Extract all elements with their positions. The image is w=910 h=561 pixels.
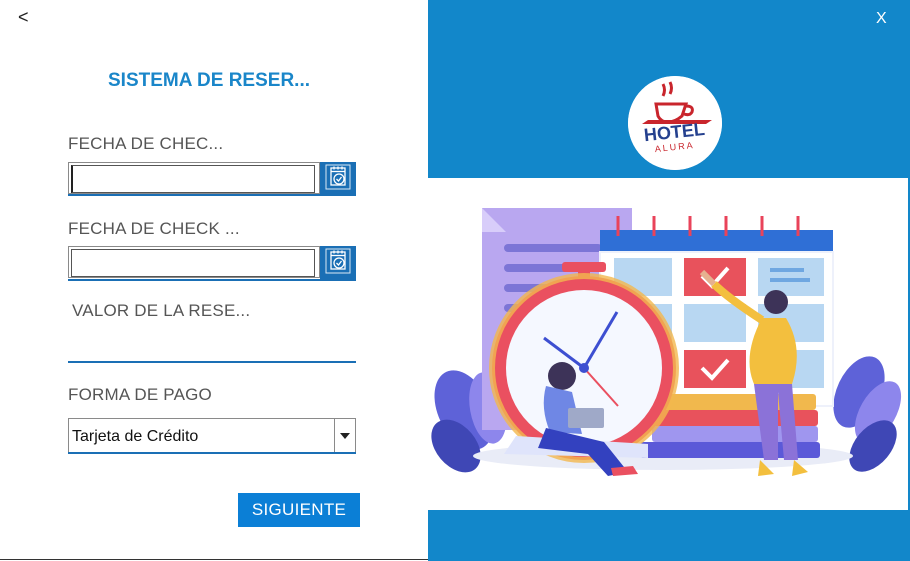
checkin-label: FECHA DE CHEC... xyxy=(68,134,224,153)
checkin-date-field xyxy=(68,162,320,194)
dropdown-arrow-button[interactable] xyxy=(334,419,355,453)
back-button[interactable]: < xyxy=(18,6,38,28)
reservation-value-label: VALOR DE LA RESE... xyxy=(72,301,251,320)
chevron-down-icon xyxy=(340,433,350,439)
checkout-date-field xyxy=(68,246,320,278)
checkout-underline xyxy=(68,279,356,281)
checkin-date-input[interactable] xyxy=(71,165,315,193)
next-button[interactable]: SIGUIENTE xyxy=(238,493,360,527)
payment-underline xyxy=(68,452,356,454)
checkin-calendar-button[interactable] xyxy=(320,162,356,196)
calendar-icon xyxy=(325,164,351,195)
checkout-label: FECHA DE CHECK ... xyxy=(68,219,240,238)
checkout-calendar-button[interactable] xyxy=(320,246,356,280)
calendar-icon xyxy=(325,248,351,279)
reservation-value-field[interactable] xyxy=(68,330,360,362)
page-title: SISTEMA DE RESER... xyxy=(108,70,310,91)
checkin-underline xyxy=(68,194,356,196)
reservation-illustration xyxy=(428,178,908,510)
checkout-date-input[interactable] xyxy=(71,249,315,277)
bottom-border xyxy=(0,559,428,560)
payment-method-select[interactable]: Tarjeta de Crédito xyxy=(68,418,356,454)
reservation-value-underline xyxy=(68,361,356,363)
close-button[interactable]: X xyxy=(876,8,894,30)
payment-label: FORMA DE PAGO xyxy=(68,385,212,404)
payment-method-value: Tarjeta de Crédito xyxy=(72,428,199,445)
hotel-logo: HOTEL ALURA xyxy=(628,76,722,170)
